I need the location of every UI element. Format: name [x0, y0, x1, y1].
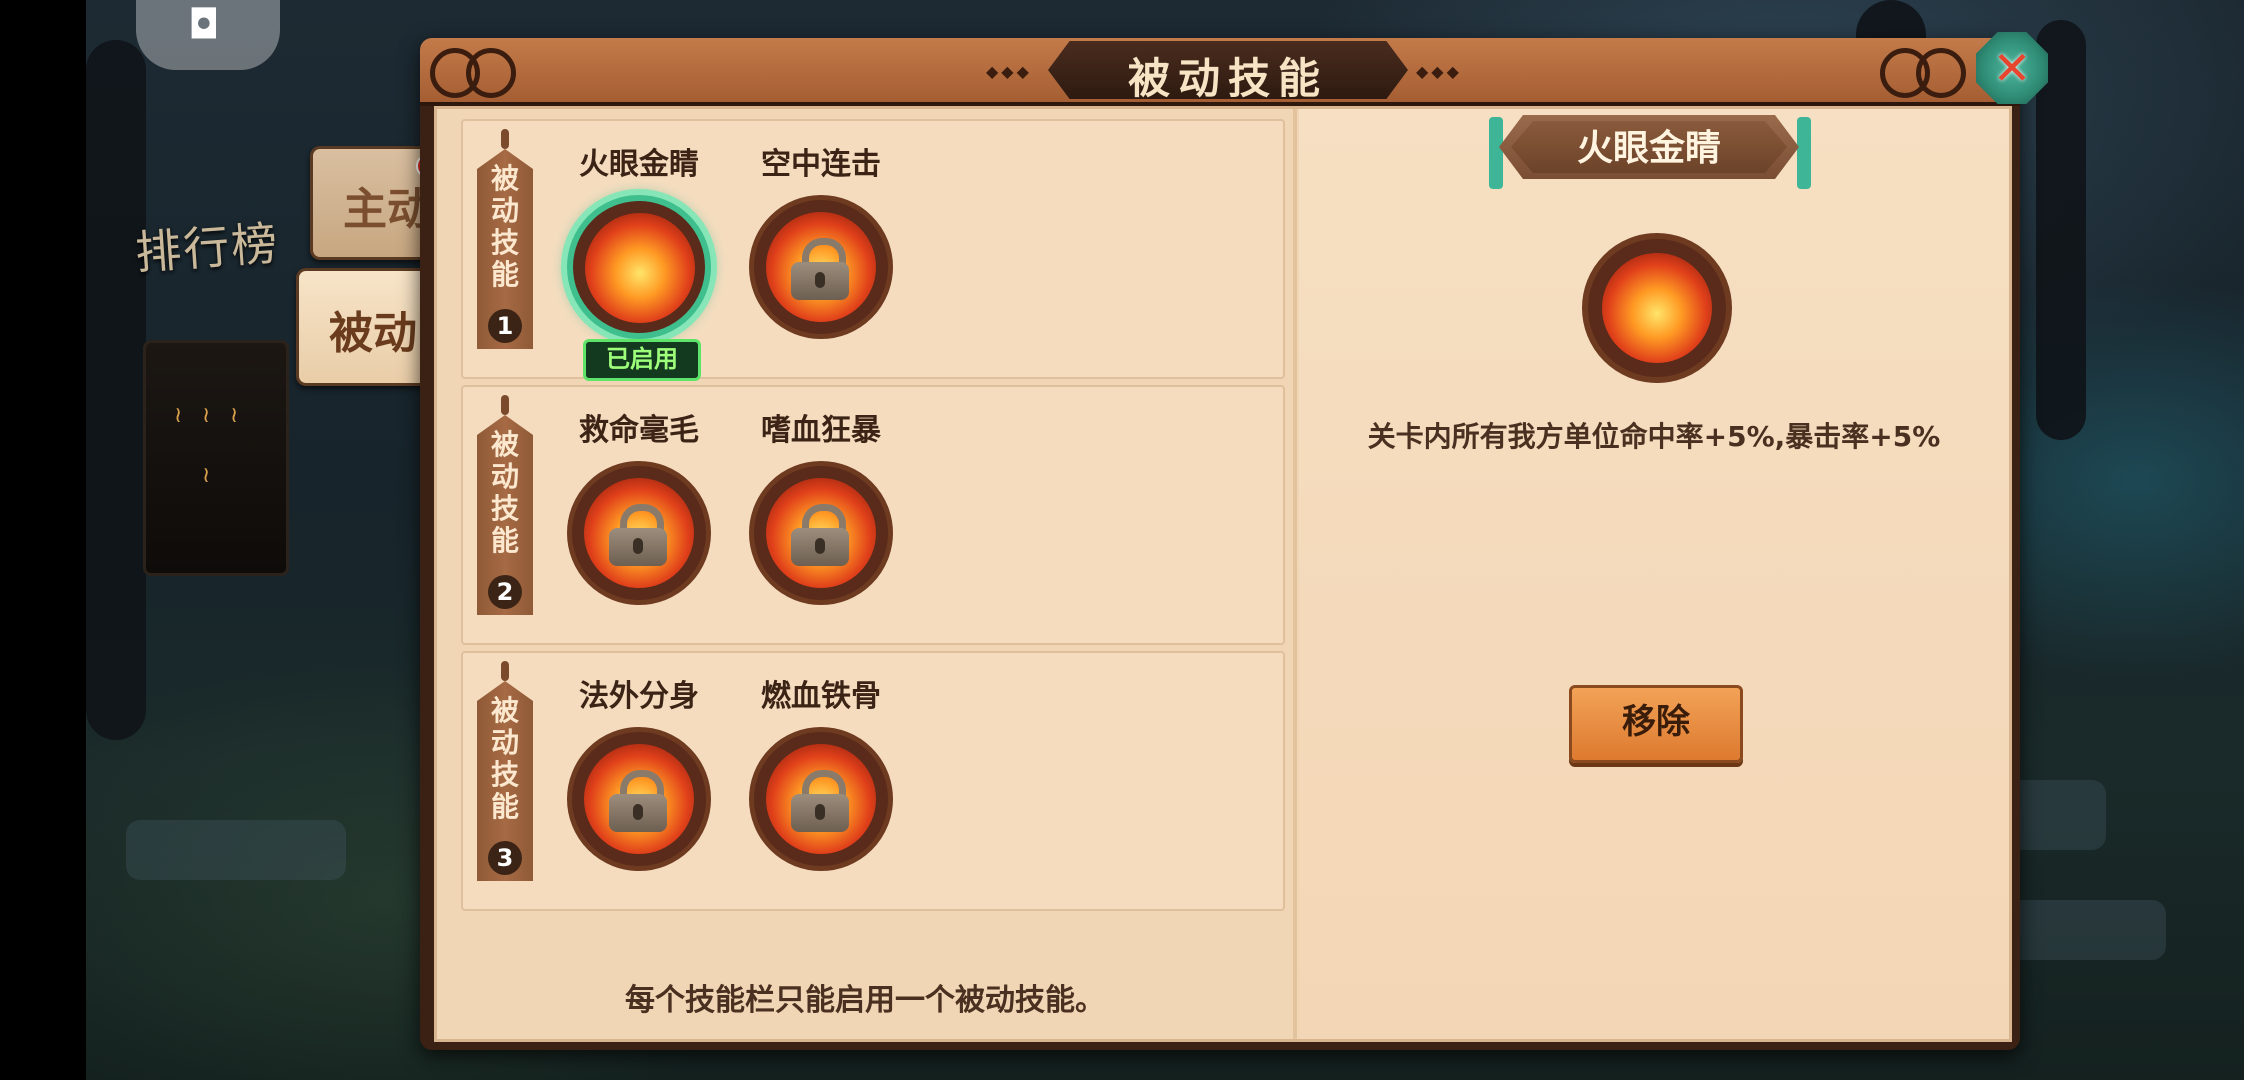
skill-slot-3: 被动技能 3 法外分身 燃血铁骨	[461, 651, 1285, 911]
detail-title: 火眼金睛	[1576, 128, 1721, 169]
remove-button[interactable]: 移除	[1569, 685, 1743, 763]
lock-icon	[609, 504, 669, 566]
skill-card[interactable]: 火眼金睛 已启用	[559, 139, 719, 381]
header-dots-left: ◆◆◆	[986, 62, 1032, 81]
slot-tag: 被动技能 3	[477, 661, 533, 893]
background-pillar: ≀ ≀ ≀ ≀	[143, 340, 289, 576]
passive-skills-panel: ◆◆◆ ◆◆◆ 被动技能 ✕ 被动技能 1 火眼金睛 已启用 空中连击 被动技能…	[420, 32, 2048, 1050]
tab-active-label: 主动	[343, 184, 431, 235]
skill-name: 嗜血狂暴	[761, 413, 881, 448]
cloud-ornament-right	[1860, 46, 1970, 98]
enabled-badge: 已启用	[583, 339, 701, 381]
skill-icon-fire-eyes[interactable]	[567, 195, 711, 339]
skill-name: 空中连击	[761, 147, 881, 182]
skill-icon-life-hair[interactable]	[567, 461, 711, 605]
skill-slot-1: 被动技能 1 火眼金睛 已启用 空中连击	[461, 119, 1285, 381]
tab-passive-label: 被动	[329, 308, 417, 359]
skill-name: 法外分身	[579, 679, 699, 714]
lock-icon	[609, 770, 669, 832]
skill-name: 救命毫毛	[579, 413, 699, 448]
pillar-glyph: ≀	[202, 463, 211, 488]
slot-tag-label: 被动技能	[490, 694, 519, 823]
header-dots-right: ◆◆◆	[1416, 62, 1462, 81]
close-button[interactable]: ✕	[1976, 32, 2048, 104]
slot-tag: 被动技能 2	[477, 395, 533, 627]
column-divider	[1293, 109, 1297, 1039]
slot-number: 2	[488, 575, 522, 609]
skill-icon-clone[interactable]	[567, 727, 711, 871]
skill-card[interactable]: 救命毫毛	[559, 405, 719, 635]
skill-name: 火眼金睛	[579, 147, 699, 182]
skill-slots-column: 被动技能 1 火眼金睛 已启用 空中连击 被动技能 2 救命毫毛 嗜血狂暴 被动…	[437, 109, 1293, 1039]
skill-card[interactable]: 法外分身	[559, 671, 719, 901]
footer-hint: 每个技能栏只能启用一个被动技能。	[625, 983, 1105, 1018]
slot-number: 1	[488, 309, 522, 343]
skill-card[interactable]: 空中连击	[741, 139, 901, 369]
pillar-glyph: ≀	[230, 403, 239, 428]
pillar-glyph: ≀	[202, 403, 211, 428]
title-plaque: 被动技能	[1048, 41, 1408, 99]
skill-card[interactable]: 燃血铁骨	[741, 671, 901, 901]
slot-tag-label: 被动技能	[490, 162, 519, 291]
system-back-button[interactable]: ◘	[136, 0, 280, 70]
panel-title: 被动技能	[1127, 54, 1328, 103]
skill-slot-2: 被动技能 2 救命毫毛 嗜血狂暴	[461, 385, 1285, 645]
lock-icon	[791, 770, 851, 832]
panel-header: ◆◆◆ ◆◆◆ 被动技能	[420, 38, 2020, 106]
ranking-board-label[interactable]: 排行榜	[133, 207, 281, 283]
skill-icon-air-combo[interactable]	[749, 195, 893, 339]
lock-icon	[791, 504, 851, 566]
cloud-ornament-left	[430, 46, 540, 98]
tassel-right	[1797, 117, 1811, 189]
detail-skill-icon	[1582, 233, 1732, 383]
back-icon: ◘	[188, 2, 220, 48]
panel-body: 被动技能 1 火眼金睛 已启用 空中连击 被动技能 2 救命毫毛 嗜血狂暴 被动…	[434, 106, 2012, 1042]
detail-description: 关卡内所有我方单位命中率+5%,暴击率+5%	[1367, 420, 1941, 453]
skill-icon-iron-bone[interactable]	[749, 727, 893, 871]
skill-detail-column: 火眼金睛 关卡内所有我方单位命中率+5%,暴击率+5% 移除	[1299, 109, 2009, 1039]
slot-tag-label: 被动技能	[490, 428, 519, 557]
skill-name: 燃血铁骨	[761, 679, 881, 714]
close-icon: ✕	[1992, 41, 2032, 95]
skill-card[interactable]: 嗜血狂暴	[741, 405, 901, 635]
slot-tag: 被动技能 1	[477, 129, 533, 361]
slot-number: 3	[488, 841, 522, 875]
lock-icon	[791, 238, 851, 300]
pillar-glyph: ≀	[174, 403, 183, 428]
skill-icon-blood-frenzy[interactable]	[749, 461, 893, 605]
